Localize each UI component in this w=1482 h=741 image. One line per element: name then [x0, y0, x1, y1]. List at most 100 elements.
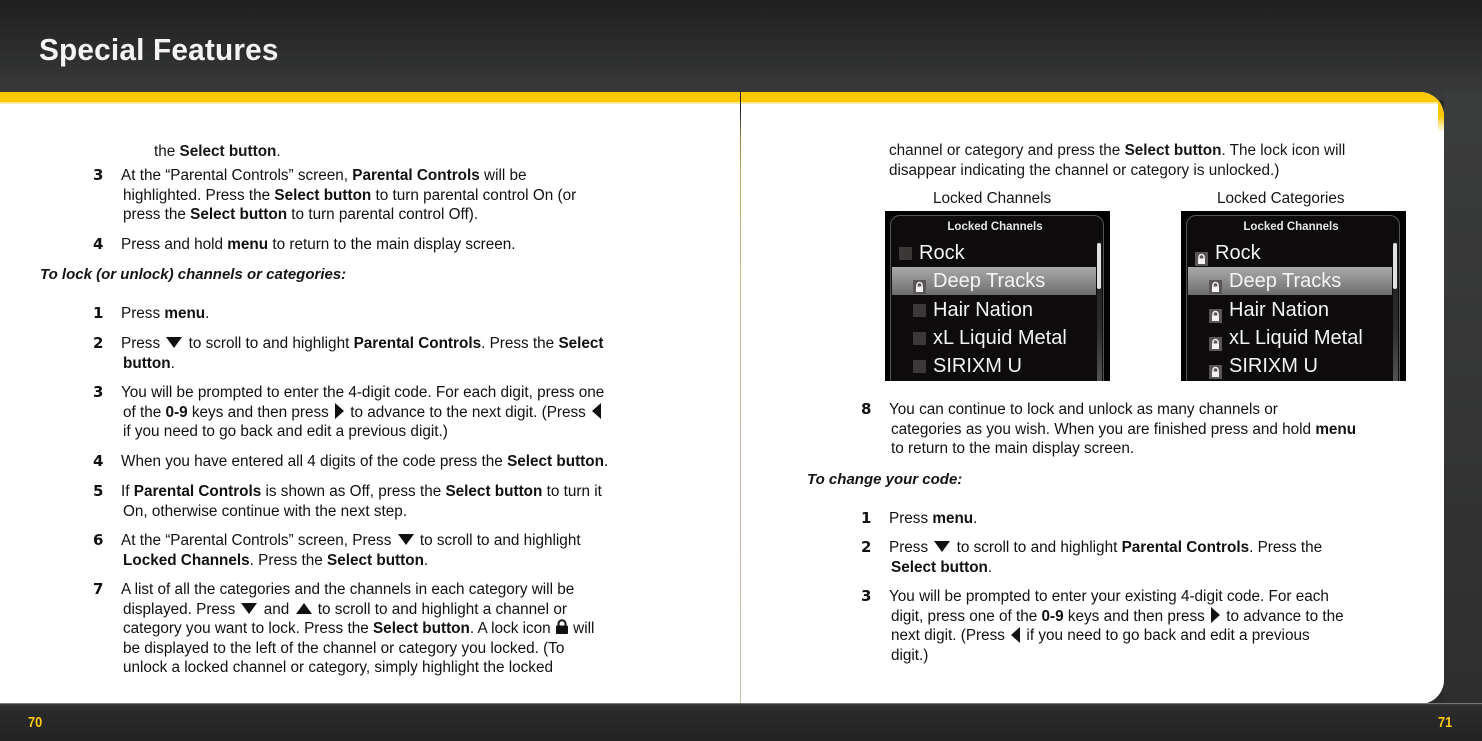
step-text: You will be prompted to enter your exist… — [889, 587, 1344, 665]
text-run: is shown as Off, press the — [261, 483, 446, 500]
text-run: At the “Parental Controls” screen, — [121, 167, 353, 184]
screen-list-item[interactable]: Deep Tracks — [1188, 267, 1392, 296]
screen-list-item[interactable]: Rock — [892, 239, 1096, 267]
left-arrow-icon — [592, 403, 602, 420]
step-number: 2 — [861, 538, 872, 556]
accent-bar — [741, 92, 1444, 104]
screen-list-item[interactable]: Hair Nation — [1188, 296, 1392, 324]
figure-caption-locked-categories: Locked Categories — [1217, 190, 1345, 207]
text-line: When you have entered all 4 digits of th… — [121, 452, 608, 472]
step-number: 2 — [93, 334, 104, 352]
text-run: press the — [123, 206, 191, 223]
screen-list-item[interactable]: Rock — [1188, 239, 1392, 267]
step-number: 3 — [93, 383, 104, 401]
text-line: If Parental Controls is shown as Off, pr… — [121, 482, 602, 502]
text-line: disappear indicating the channel or cate… — [889, 161, 1345, 181]
bold-run: Select button — [445, 483, 543, 500]
bold-run: Select button — [891, 558, 988, 576]
text-run: You can continue to lock and unlock as m… — [889, 401, 1278, 418]
text-line: button. — [121, 354, 604, 374]
lock-icon — [1195, 246, 1208, 266]
text-run: disappear indicating the channel or cate… — [889, 161, 1280, 179]
accent-bar — [0, 92, 740, 104]
text-run: keys and then press — [1063, 607, 1210, 625]
screen-title: Locked Channels — [1243, 221, 1339, 233]
text-run: displayed. Press — [123, 600, 240, 618]
text-line: category you want to lock. Press the Sel… — [121, 619, 594, 639]
lock-icon — [1209, 274, 1222, 295]
bold-run: Select button — [327, 551, 424, 569]
text-line: be displayed to the left of the channel … — [121, 639, 594, 659]
unlocked-box-icon — [899, 247, 912, 260]
screen-item-label: xL Liquid Metal — [933, 326, 1067, 349]
bold-run: Parental Controls — [353, 335, 482, 352]
text-run: to scroll to and highlight a channel or — [313, 600, 567, 618]
bold-run: Parental Controls — [133, 483, 262, 500]
text-run: keys and then press — [187, 403, 334, 421]
text-line: Press menu. — [121, 304, 209, 324]
intro-continuation: the Select button. — [154, 142, 281, 162]
text-run: be displayed to the left of the channel … — [123, 639, 565, 657]
text-run: digit.) — [891, 646, 929, 664]
text-run: highlighted. Press the — [123, 186, 275, 204]
text-line: highlighted. Press the Select button to … — [121, 186, 576, 206]
bold-run: Select — [558, 335, 604, 352]
text-line: On, otherwise continue with the next ste… — [121, 502, 602, 522]
text-run: to return to the main display screen. — [891, 440, 1135, 457]
right-edge-band — [1444, 92, 1482, 704]
unlocked-box-icon — [913, 360, 926, 374]
text-run: to scroll to and highlight — [952, 539, 1122, 556]
text-line: Select button. — [889, 558, 1322, 578]
screen-title: Locked Channels — [947, 221, 1043, 233]
right-arrow-icon — [1211, 607, 1221, 624]
screen-list-item[interactable]: SIRIXM U — [892, 352, 1096, 380]
screen-list-item[interactable]: xL Liquid Metal — [1188, 324, 1392, 352]
text-line: Press and hold menu to return to the mai… — [121, 235, 516, 255]
text-run: to turn it — [542, 483, 602, 500]
scrollbar-thumb — [1097, 243, 1101, 289]
text-run: When you have entered all 4 digits of th… — [121, 453, 508, 470]
text-run: . Press the — [249, 551, 328, 569]
text-run: . The lock icon will — [1221, 142, 1346, 159]
bold-run: 0-9 — [1041, 607, 1064, 625]
screen-item-label: SIRIXM U — [933, 355, 1022, 378]
text-line: Press menu. — [889, 509, 977, 529]
step-number: 3 — [93, 166, 104, 184]
unlocked-box-icon — [913, 331, 926, 345]
unlocked-box-icon — [913, 303, 926, 317]
right-continuation: channel or category and press the Select… — [889, 141, 1345, 180]
step-number: 1 — [861, 509, 872, 527]
lock-icon — [555, 619, 569, 635]
screen-item-label: Rock — [919, 242, 965, 264]
down-arrow-icon — [166, 337, 183, 349]
text-run: . — [987, 558, 993, 576]
step-text: At the “Parental Controls” screen, Press… — [121, 531, 581, 570]
screen-list-item[interactable]: Hair Nation — [892, 296, 1096, 324]
bold-run: menu — [227, 236, 269, 253]
step-number: 8 — [861, 400, 872, 418]
step-text: Press to scroll to and highlight Parenta… — [121, 334, 604, 373]
down-arrow-icon — [241, 602, 258, 614]
text-line: Locked Channels. Press the Select button… — [121, 551, 581, 571]
lock-icon — [1209, 331, 1222, 351]
text-run: categories as you wish. When you are fin… — [891, 420, 1316, 438]
screen-list-item[interactable]: Deep Tracks — [892, 267, 1096, 296]
screen-list-item[interactable]: SIRIXM U — [1188, 352, 1392, 380]
bold-run: menu — [1315, 420, 1357, 438]
page-divider — [740, 92, 741, 704]
text-run: . — [423, 551, 429, 569]
footer-band — [0, 703, 1482, 741]
text-run: A list of all the categories and the cha… — [121, 581, 575, 598]
text-run: to advance to the next digit. (Press — [346, 403, 591, 421]
screen-list-item[interactable]: xL Liquid Metal — [892, 324, 1096, 352]
text-line: of the 0-9 keys and then press to advanc… — [121, 403, 604, 423]
text-run: to turn parental control On (or — [371, 186, 577, 204]
text-run: . — [276, 143, 281, 160]
page-number-left: 70 — [28, 714, 43, 731]
text-run: will be — [479, 167, 527, 184]
step-number: 3 — [861, 587, 872, 605]
text-line: unlock a locked channel or category, sim… — [121, 658, 594, 678]
device-screen-locked-categories: Locked Channels Rock Deep Tracks Hair Natio… — [1181, 211, 1406, 381]
lock-icon — [1209, 359, 1222, 380]
step-number: 4 — [93, 235, 104, 253]
